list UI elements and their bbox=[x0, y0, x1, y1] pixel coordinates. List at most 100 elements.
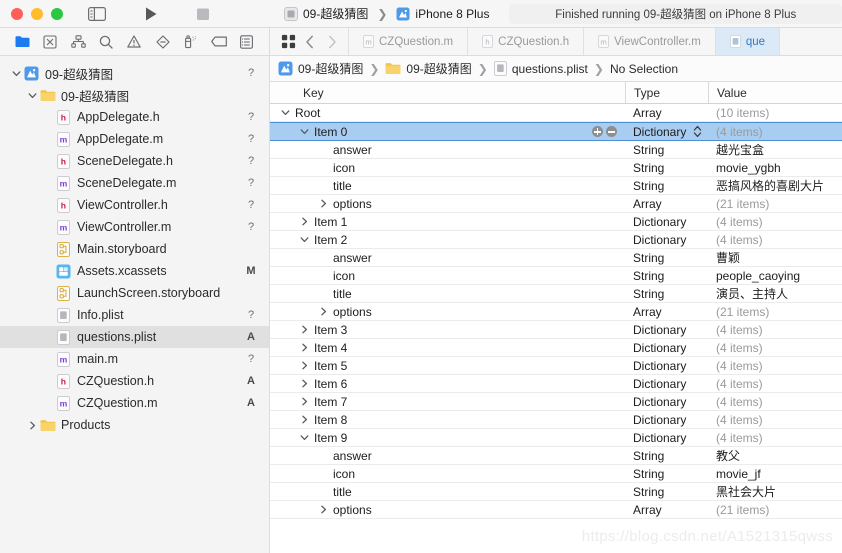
plist-type-cell[interactable]: Array bbox=[625, 503, 708, 517]
plist-row[interactable]: title String 黑社会大片 bbox=[270, 483, 842, 501]
breadcrumb-item[interactable]: 09-超级猜图 bbox=[278, 60, 363, 77]
plist-value-cell[interactable]: movie_jf bbox=[708, 467, 842, 481]
plist-type-cell[interactable]: String bbox=[625, 179, 708, 193]
navigator-item-czquestion-m[interactable]: m CZQuestion.m A bbox=[0, 392, 269, 414]
plist-value-cell[interactable]: (4 items) bbox=[708, 323, 842, 337]
plist-row[interactable]: icon String people_caoying bbox=[270, 267, 842, 285]
plist-value-cell[interactable]: (4 items) bbox=[708, 395, 842, 409]
navigator-item-main-storyboard[interactable]: Main.storyboard bbox=[0, 238, 269, 260]
plist-value-cell[interactable]: (4 items) bbox=[708, 215, 842, 229]
plist-value-cell[interactable]: (4 items) bbox=[708, 233, 842, 247]
project-navigator[interactable]: 09-超级猜图? 09-超级猜图 h AppDelegate.h? m AppDelega… bbox=[0, 56, 270, 553]
chevron-right-icon[interactable] bbox=[297, 361, 311, 370]
chevron-right-icon[interactable] bbox=[297, 397, 311, 406]
sidebar-toggle-icon[interactable] bbox=[88, 6, 106, 21]
plist-value-cell[interactable]: 曹颖 bbox=[708, 249, 842, 266]
column-header-type[interactable]: Type bbox=[625, 82, 708, 103]
chevron-down-icon[interactable] bbox=[9, 69, 23, 78]
plist-row[interactable]: Item 5 Dictionary (4 items) bbox=[270, 357, 842, 375]
chevron-down-icon[interactable] bbox=[297, 235, 311, 244]
report-navigator-icon[interactable] bbox=[238, 33, 256, 51]
plist-value-cell[interactable]: (4 items) bbox=[708, 431, 842, 445]
plist-type-cell[interactable]: Dictionary bbox=[625, 215, 708, 229]
chevron-right-icon[interactable] bbox=[316, 505, 330, 514]
plist-key-cell[interactable]: answer bbox=[270, 143, 625, 157]
plist-row[interactable]: Item 7 Dictionary (4 items) bbox=[270, 393, 842, 411]
plist-row[interactable]: Item 2 Dictionary (4 items) bbox=[270, 231, 842, 249]
navigate-back-icon[interactable] bbox=[300, 32, 320, 52]
plist-key-cell[interactable]: Item 3 bbox=[270, 323, 625, 337]
plist-type-cell[interactable]: String bbox=[625, 251, 708, 265]
chevron-right-icon[interactable] bbox=[316, 199, 330, 208]
plist-type-cell[interactable]: String bbox=[625, 485, 708, 499]
project-navigator-icon[interactable] bbox=[13, 33, 31, 51]
column-header-value[interactable]: Value bbox=[708, 82, 842, 103]
plist-row[interactable]: Item 1 Dictionary (4 items) bbox=[270, 213, 842, 231]
plist-type-cell[interactable]: String bbox=[625, 269, 708, 283]
plist-row[interactable]: answer String 教父 bbox=[270, 447, 842, 465]
plist-key-cell[interactable]: options bbox=[270, 197, 625, 211]
plist-key-cell[interactable]: answer bbox=[270, 251, 625, 265]
plist-type-cell[interactable]: Dictionary bbox=[625, 233, 708, 247]
plist-value-cell[interactable]: 恶搞风格的喜剧大片 bbox=[708, 177, 842, 194]
remove-row-button[interactable] bbox=[606, 126, 617, 137]
plist-type-cell[interactable]: String bbox=[625, 449, 708, 463]
plist-value-cell[interactable]: 演员、主持人 bbox=[708, 285, 842, 302]
navigator-item-scenedelegate-m[interactable]: m SceneDelegate.m? bbox=[0, 172, 269, 194]
plist-row[interactable]: options Array (21 items) bbox=[270, 501, 842, 519]
issue-navigator-icon[interactable] bbox=[125, 33, 143, 51]
chevron-right-icon[interactable] bbox=[316, 307, 330, 316]
navigator-item-appdelegate-m[interactable]: m AppDelegate.m? bbox=[0, 128, 269, 150]
navigator-item-info-plist[interactable]: Info.plist? bbox=[0, 304, 269, 326]
plist-type-cell[interactable]: Dictionary bbox=[625, 125, 708, 139]
plist-type-cell[interactable]: String bbox=[625, 143, 708, 157]
plist-row-selected[interactable]: Item 0 Dictionary (4 items) bbox=[270, 122, 842, 141]
zoom-button[interactable] bbox=[51, 7, 63, 20]
stop-button[interactable] bbox=[196, 7, 210, 21]
plist-row[interactable]: options Array (21 items) bbox=[270, 195, 842, 213]
plist-type-cell[interactable]: String bbox=[625, 287, 708, 301]
plist-value-cell[interactable]: 黑社会大片 bbox=[708, 483, 842, 500]
destination-selector[interactable]: iPhone 8 Plus bbox=[392, 4, 493, 24]
minimize-button[interactable] bbox=[31, 7, 43, 20]
source-control-navigator-icon[interactable] bbox=[41, 33, 59, 51]
plist-key-cell[interactable]: answer bbox=[270, 449, 625, 463]
navigator-item-09[interactable]: 09-超级猜图? bbox=[0, 62, 269, 84]
plist-row[interactable]: Item 3 Dictionary (4 items) bbox=[270, 321, 842, 339]
chevron-right-icon[interactable] bbox=[297, 343, 311, 352]
plist-key-cell[interactable]: Item 2 bbox=[270, 233, 625, 247]
plist-row[interactable]: Item 9 Dictionary (4 items) bbox=[270, 429, 842, 447]
chevron-right-icon[interactable] bbox=[297, 379, 311, 388]
test-navigator-icon[interactable] bbox=[182, 33, 200, 51]
plist-key-cell[interactable]: title bbox=[270, 179, 625, 193]
chevron-down-icon[interactable] bbox=[297, 433, 311, 442]
plist-key-cell[interactable]: Item 5 bbox=[270, 359, 625, 373]
chevron-down-icon[interactable] bbox=[25, 91, 39, 100]
plist-key-cell[interactable]: Item 1 bbox=[270, 215, 625, 229]
navigate-forward-icon[interactable] bbox=[322, 32, 342, 52]
plist-row[interactable]: options Array (21 items) bbox=[270, 303, 842, 321]
plist-key-cell[interactable]: Item 7 bbox=[270, 395, 625, 409]
chevron-right-icon[interactable] bbox=[297, 415, 311, 424]
plist-type-cell[interactable]: Dictionary bbox=[625, 395, 708, 409]
plist-key-cell[interactable]: icon bbox=[270, 467, 625, 481]
plist-key-cell[interactable]: Item 0 bbox=[270, 125, 625, 139]
plist-key-cell[interactable]: Item 4 bbox=[270, 341, 625, 355]
plist-key-cell[interactable]: Item 8 bbox=[270, 413, 625, 427]
diagnostic-navigator-icon[interactable] bbox=[154, 33, 172, 51]
editor-tab[interactable]: m ViewController.m bbox=[584, 28, 716, 55]
plist-type-cell[interactable]: Array bbox=[625, 106, 708, 120]
plist-type-cell[interactable]: Array bbox=[625, 305, 708, 319]
breadcrumb-item[interactable]: No Selection bbox=[610, 62, 678, 76]
chevron-down-icon[interactable] bbox=[278, 108, 292, 117]
navigator-item-main-m[interactable]: m main.m? bbox=[0, 348, 269, 370]
plist-key-cell[interactable]: title bbox=[270, 287, 625, 301]
add-row-button[interactable] bbox=[592, 126, 603, 137]
show-tab-overview-icon[interactable] bbox=[278, 32, 298, 52]
editor-tab-active[interactable]: que bbox=[715, 28, 780, 55]
plist-value-cell[interactable]: (10 items) bbox=[708, 106, 842, 120]
plist-key-cell[interactable]: icon bbox=[270, 161, 625, 175]
plist-type-cell[interactable]: Dictionary bbox=[625, 341, 708, 355]
plist-value-cell[interactable]: (21 items) bbox=[708, 305, 842, 319]
editor-tab[interactable]: m CZQuestion.m bbox=[349, 28, 469, 55]
